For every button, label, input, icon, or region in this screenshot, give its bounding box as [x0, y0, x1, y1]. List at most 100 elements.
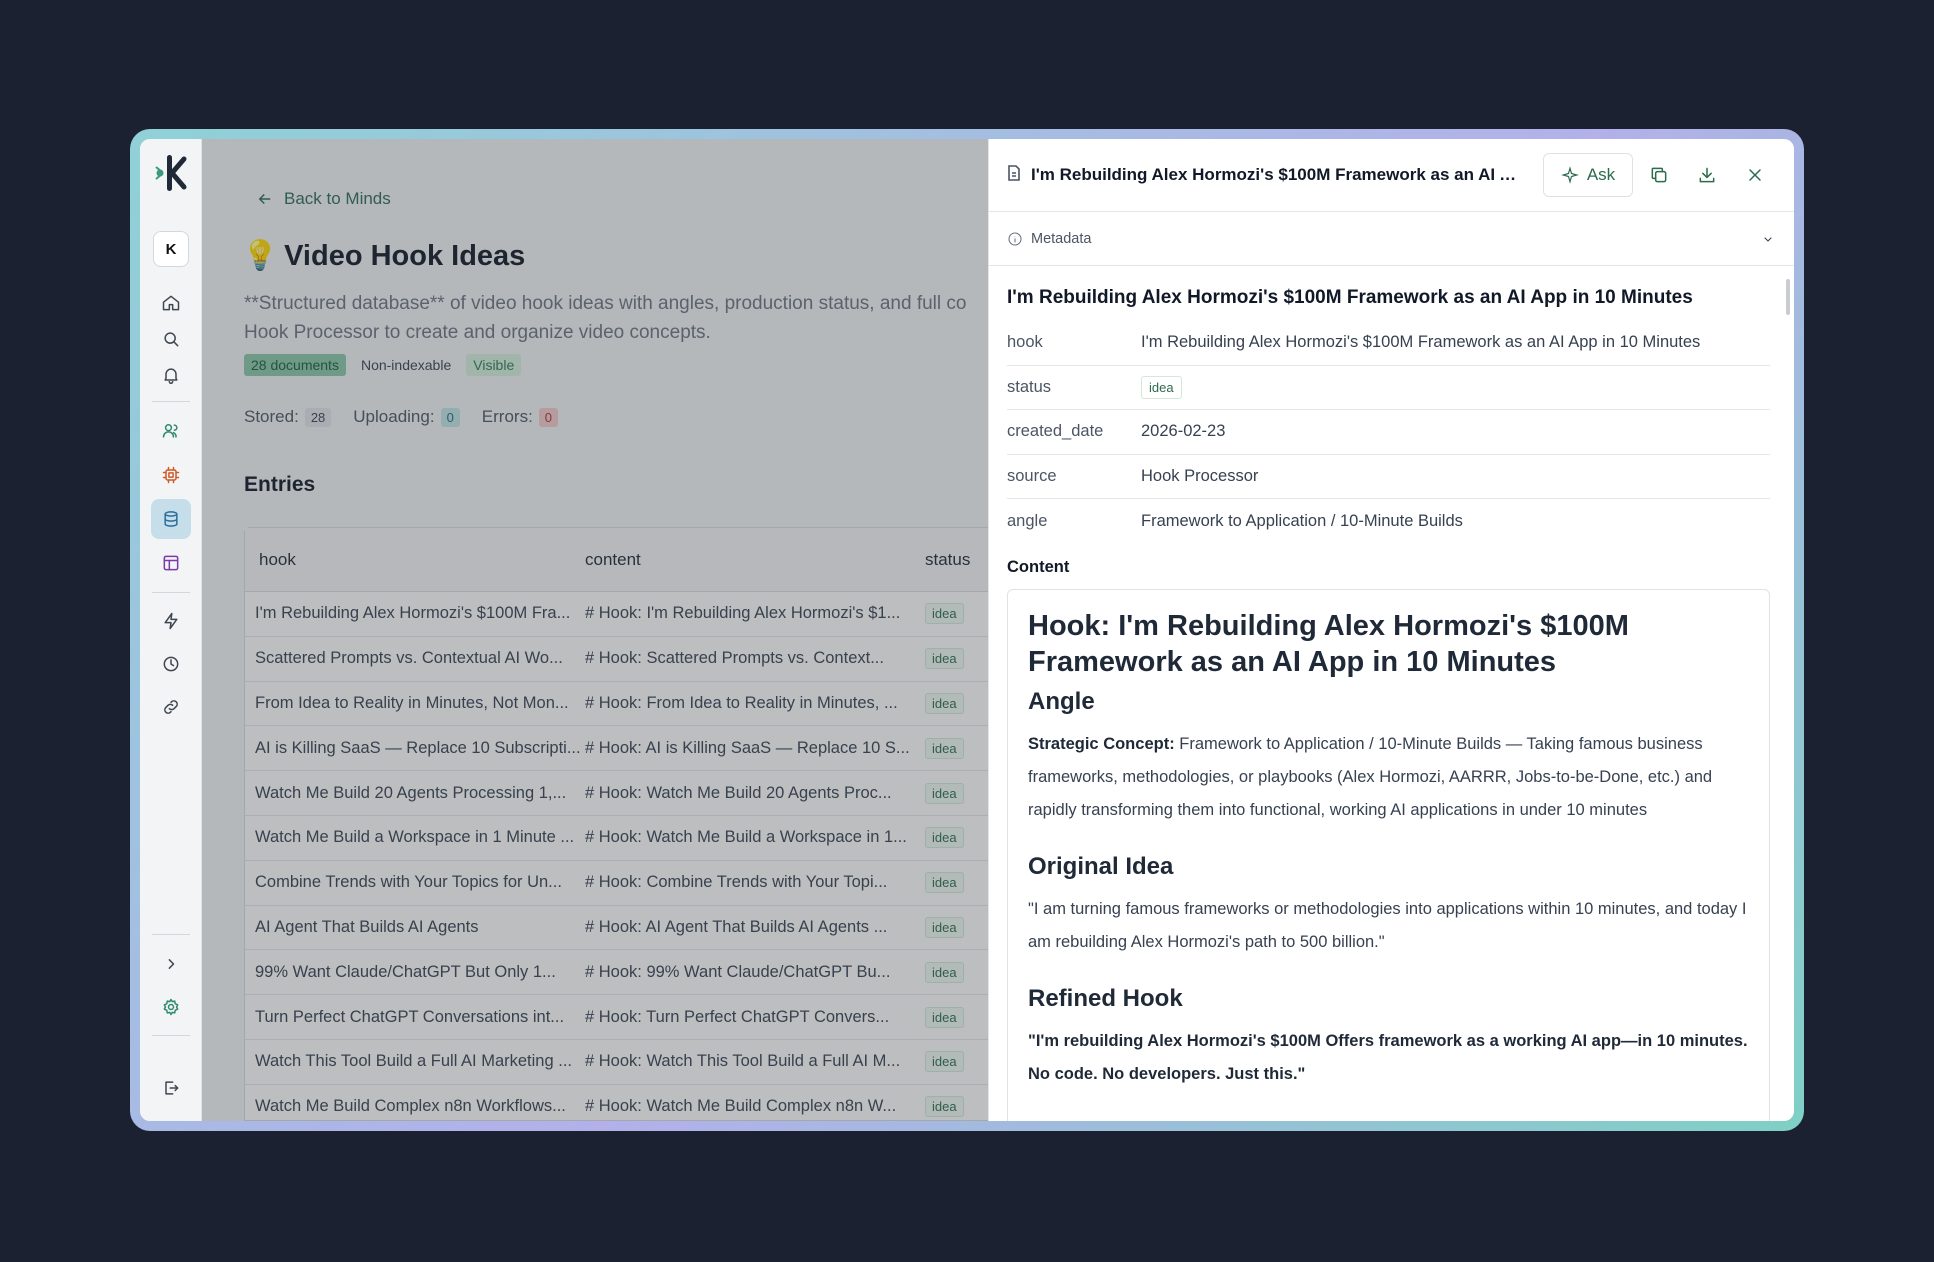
visibility-badge: Visible [466, 354, 522, 376]
metadata-key: created_date [1007, 422, 1104, 441]
table-row[interactable]: Turn Perfect ChatGPT Conversations int..… [245, 995, 1003, 1040]
sidebar-divider [152, 401, 190, 402]
bolt-icon[interactable] [151, 601, 191, 641]
cell-content: # Hook: I'm Rebuilding Alex Hormozi's $1… [585, 604, 901, 623]
cell-content: # Hook: Watch This Tool Build a Full AI … [585, 1052, 901, 1071]
metadata-value: Hook Processor [1141, 466, 1259, 485]
status-badge: idea [925, 872, 964, 894]
status-badge: idea [925, 1006, 964, 1028]
gear-icon[interactable] [151, 987, 191, 1027]
metadata-row: angle Framework to Application / 10-Minu… [1007, 499, 1770, 544]
cell-status: idea [925, 782, 964, 804]
status-badge: idea [925, 648, 964, 670]
cell-content: # Hook: Turn Perfect ChatGPT Convers... [585, 1007, 890, 1026]
document-icon [1007, 164, 1021, 186]
table-row[interactable]: 99% Want Claude/ChatGPT But Only 1... # H… [245, 950, 1003, 996]
entries-table: hook content status I'm Rebuilding Alex … [244, 527, 1004, 1121]
table-row[interactable]: Scattered Prompts vs. Contextual AI Wo..… [245, 637, 1003, 682]
status-badge: idea [925, 961, 964, 983]
table-row[interactable]: From Idea to Reality in Minutes, Not Mon… [245, 682, 1003, 727]
status-badge: idea [925, 1051, 964, 1073]
layout-icon[interactable] [151, 543, 191, 583]
stat-errors: Errors: 0 [482, 407, 559, 427]
cell-content: # Hook: Combine Trends with Your Topi... [585, 873, 888, 892]
stat-label: Uploading: [353, 407, 435, 426]
status-badge: idea [925, 1096, 964, 1118]
stats-row: Stored: 28 Uploading: 0 Errors: 0 [244, 407, 559, 427]
cell-hook: AI is Killing SaaS — Replace 10 Subscrip… [255, 738, 581, 757]
page-title-text: Video Hook Ideas [284, 239, 526, 272]
refined-hook-text: "I'm rebuilding Alex Hormozi's $100M Off… [1028, 1031, 1748, 1083]
table-row[interactable]: Watch Me Build 20 Agents Processing 1,..… [245, 771, 1003, 816]
table-row[interactable]: AI Agent That Builds AI Agents # Hook: AI… [245, 906, 1003, 951]
sidebar-divider [152, 934, 190, 935]
link-icon[interactable] [151, 687, 191, 727]
cell-hook: AI Agent That Builds AI Agents [255, 917, 479, 936]
cell-content: # Hook: Watch Me Build 20 Agents Proc... [585, 783, 892, 802]
users-icon[interactable] [151, 411, 191, 451]
metadata-value: 2026-02-23 [1141, 422, 1226, 441]
document-title: I'm Rebuilding Alex Hormozi's $100M Fram… [1007, 287, 1693, 308]
status-badge: idea [925, 827, 964, 849]
column-header-status[interactable]: status [925, 550, 970, 570]
table-row[interactable]: Combine Trends with Your Topics for Un..… [245, 861, 1003, 906]
table-row[interactable]: I'm Rebuilding Alex Hormozi's $100M Fra.… [245, 592, 1003, 637]
metadata-table: hook I'm Rebuilding Alex Hormozi's $100M… [1007, 321, 1770, 544]
original-idea-heading: Original Idea [1028, 852, 1174, 880]
table-row[interactable]: Watch Me Build a Workspace in 1 Minute .… [245, 816, 1003, 861]
copy-button[interactable] [1637, 153, 1681, 197]
lightbulb-icon: 💡 [242, 240, 279, 272]
workspace-avatar[interactable]: K [153, 231, 189, 267]
status-badge: idea [925, 603, 964, 625]
download-button[interactable] [1685, 153, 1729, 197]
cpu-icon[interactable] [151, 455, 191, 495]
search-icon[interactable] [151, 319, 191, 359]
app-logo[interactable] [153, 153, 189, 193]
metadata-row: hook I'm Rebuilding Alex Hormozi's $100M… [1007, 321, 1770, 366]
cell-hook: I'm Rebuilding Alex Hormozi's $100M Fra.… [255, 604, 571, 623]
clock-icon[interactable] [151, 644, 191, 684]
status-badge: idea [1141, 375, 1182, 399]
cell-hook: Combine Trends with Your Topics for Un..… [255, 873, 562, 892]
table-row[interactable]: Watch Me Build Complex n8n Workflows... #… [245, 1085, 1003, 1121]
indexable-badge: Non-indexable [360, 357, 452, 373]
sidebar-divider [152, 1035, 190, 1036]
back-link[interactable]: Back to Minds [256, 189, 391, 209]
cell-hook: 99% Want Claude/ChatGPT But Only 1... [255, 962, 556, 981]
logout-icon[interactable] [151, 1068, 191, 1108]
column-header-hook[interactable]: hook [245, 550, 585, 570]
strategic-concept-paragraph: Strategic Concept: Framework to Applicat… [1028, 728, 1749, 827]
table-header: hook content status [245, 528, 1003, 592]
home-icon[interactable] [151, 283, 191, 323]
panel-title: I'm Rebuilding Alex Hormozi's $100M Fram… [1031, 165, 1527, 184]
content-preview: Hook: I'm Rebuilding Alex Hormozi's $100… [1007, 588, 1770, 1121]
cell-status: idea [925, 692, 964, 714]
cell-status: idea [925, 872, 964, 894]
cell-hook: Watch This Tool Build a Full AI Marketin… [255, 1052, 572, 1071]
close-button[interactable] [1733, 153, 1777, 197]
chevron-right-icon[interactable] [151, 944, 191, 984]
cell-content: # Hook: Scattered Prompts vs. Context... [585, 649, 884, 668]
cell-content: # Hook: Watch Me Build a Workspace in 1.… [585, 828, 907, 847]
column-header-content[interactable]: content [585, 550, 925, 570]
metadata-label: Metadata [1031, 230, 1092, 247]
content-heading-1: Hook: I'm Rebuilding Alex Hormozi's $100… [1028, 609, 1629, 678]
database-icon[interactable] [151, 499, 191, 539]
stat-label: Stored: [244, 407, 299, 426]
badge-row: 28 documents Non-indexable Visible [244, 354, 522, 376]
bell-icon[interactable] [151, 355, 191, 395]
cell-hook: From Idea to Reality in Minutes, Not Mon… [255, 693, 569, 712]
stat-uploading: Uploading: 0 [353, 407, 460, 427]
table-row[interactable]: AI is Killing SaaS — Replace 10 Subscrip… [245, 726, 1003, 772]
metadata-row: created_date 2026-02-23 [1007, 410, 1770, 455]
metadata-key: hook [1007, 333, 1043, 352]
ask-button[interactable]: Ask [1543, 153, 1633, 197]
page-title: 💡 Video Hook Ideas [242, 239, 525, 273]
stat-count: 0 [538, 407, 559, 427]
copy-icon [1651, 167, 1667, 183]
cell-status: idea [925, 827, 964, 849]
scrollbar[interactable] [1786, 279, 1790, 315]
metadata-toggle[interactable]: Metadata [989, 212, 1794, 266]
metadata-key: status [1007, 377, 1052, 396]
table-row[interactable]: Watch This Tool Build a Full AI Marketin… [245, 1040, 1003, 1085]
